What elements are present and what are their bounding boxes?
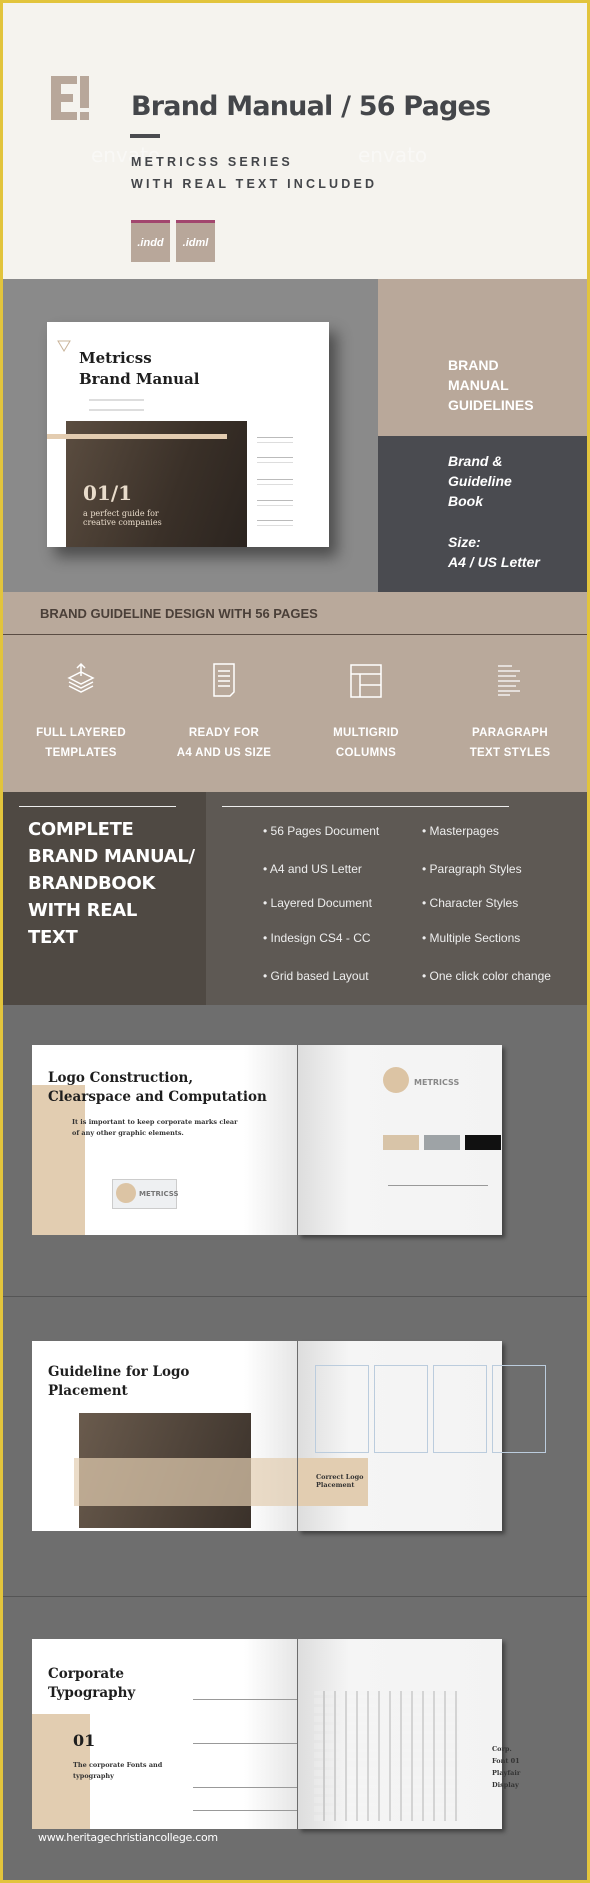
document-icon bbox=[213, 663, 235, 697]
feature-bullet: • 56 Pages Document bbox=[263, 824, 380, 838]
cover-tagline: a perfect guide for creative companies bbox=[83, 509, 162, 527]
toc-entry bbox=[257, 500, 293, 506]
size-info: Size: A4 / US Letter bbox=[448, 534, 540, 570]
feature-bullet: • Masterpages bbox=[422, 824, 499, 838]
complete-section: COMPLETE BRAND MANUAL/BRANDBOOK WITH REAL T… bbox=[3, 792, 587, 1005]
left-page: Logo Construction, Clearspace and Computa… bbox=[32, 1045, 297, 1235]
section-subtitle: The corporate Fonts and typography bbox=[73, 1761, 163, 1780]
hero-section: Brand Manual / 56 Pages envato envato ME… bbox=[3, 3, 587, 279]
watermark: envato bbox=[358, 143, 428, 167]
toc-entry bbox=[257, 457, 293, 463]
info-panel-heading: BRAND MANUAL GUIDELINES bbox=[378, 279, 587, 436]
triangle-logo-icon bbox=[57, 340, 71, 352]
right-page: Correct Logo Placement bbox=[298, 1341, 546, 1531]
feature-layered: FULL LAYERED TEMPLATES bbox=[21, 662, 141, 763]
page-heading: Corporate Typography bbox=[48, 1666, 136, 1701]
cover-preview: Metricss Brand Manual 01/1 a perfect guid… bbox=[3, 279, 378, 592]
caption: Correct Logo Placement bbox=[316, 1473, 364, 1489]
right-page: METRICSS bbox=[298, 1045, 502, 1235]
right-page: Corp. Font 01 Playfair Display bbox=[298, 1639, 520, 1829]
divider bbox=[3, 634, 587, 635]
panel-heading: BRAND MANUAL GUIDELINES bbox=[448, 357, 534, 413]
panel-subtitle: Brand & Guideline Book bbox=[448, 453, 512, 509]
page-title: Brand Manual / 56 Pages bbox=[131, 91, 491, 122]
feature-bullet: • Layered Document bbox=[263, 896, 372, 910]
accent-bar bbox=[47, 434, 227, 439]
divider bbox=[130, 134, 160, 138]
toc-entry bbox=[257, 520, 293, 526]
feature-bullet: • Indesign CS4 - CC bbox=[263, 931, 371, 945]
format-badge-indd: .indd bbox=[131, 220, 170, 262]
page-heading: Logo Construction, Clearspace and Computa… bbox=[48, 1070, 267, 1105]
divider bbox=[222, 806, 509, 807]
feature-bullet: • A4 and US Letter bbox=[263, 862, 362, 876]
feature-bullet: • Multiple Sections bbox=[422, 931, 521, 945]
features-band: BRAND GUIDELINE DESIGN WITH 56 PAGES FUL… bbox=[3, 592, 587, 792]
toc-entry bbox=[257, 437, 293, 443]
spread-logo-construction: Logo Construction, Clearspace and Computa… bbox=[3, 1005, 587, 1297]
lead-text: It is important to keep corporate marks … bbox=[72, 1118, 238, 1137]
book-cover: Metricss Brand Manual 01/1 a perfect guid… bbox=[47, 322, 329, 547]
section-number: 01 bbox=[73, 1731, 96, 1750]
cover-photo: 01/1 a perfect guide for creative compani… bbox=[66, 421, 247, 547]
grid-layout-icon bbox=[350, 664, 382, 698]
spread-logo-placement: Guideline for Logo Placement Correct Logo… bbox=[3, 1297, 587, 1597]
headline: COMPLETE BRAND MANUAL/BRANDBOOK WITH REAL T… bbox=[28, 819, 195, 948]
paragraph-icon bbox=[498, 665, 520, 696]
subtitle: WITH REAL TEXT INCLUDED bbox=[131, 177, 378, 191]
feature-bullet: • One click color change bbox=[422, 969, 551, 983]
font-name: Corp. Font 01 Playfair Display bbox=[492, 1745, 521, 1789]
feature-paragraph: PARAGRAPH TEXT STYLES bbox=[450, 662, 570, 763]
toc-entry bbox=[257, 479, 293, 485]
page-heading: Guideline for Logo Placement bbox=[48, 1364, 190, 1399]
book-title: Metricss Brand Manual bbox=[79, 349, 200, 388]
cover-number: 01/1 bbox=[83, 481, 133, 505]
left-page: Corporate Typography 01 The corporate Fon… bbox=[32, 1639, 297, 1829]
band-title: BRAND GUIDELINE DESIGN WITH 56 PAGES bbox=[40, 606, 318, 621]
subtitle: METRICSS SERIES bbox=[131, 155, 293, 169]
feature-multigrid: MULTIGRID COLUMNS bbox=[306, 662, 426, 763]
feature-bullet: • Character Styles bbox=[422, 896, 519, 910]
logo-wordmark: METRICSS bbox=[414, 1078, 460, 1087]
feature-size: READY FOR A4 AND US SIZE bbox=[164, 662, 284, 763]
feature-bullet: • Grid based Layout bbox=[263, 969, 369, 983]
feature-bullet: • Paragraph Styles bbox=[422, 862, 522, 876]
left-page: Guideline for Logo Placement bbox=[32, 1341, 297, 1531]
divider bbox=[19, 806, 176, 807]
info-panel-details: Brand & Guideline Book Size: A4 / US Letter bbox=[378, 436, 587, 592]
format-badge-idml: .idml bbox=[176, 220, 215, 262]
book-blurb bbox=[89, 399, 144, 411]
layers-icon bbox=[67, 662, 95, 693]
logo-wordmark: METRICSS bbox=[139, 1190, 179, 1198]
source-url: www.heritagechristiancollege.com bbox=[38, 1831, 218, 1844]
brand-logo-icon bbox=[51, 76, 89, 120]
